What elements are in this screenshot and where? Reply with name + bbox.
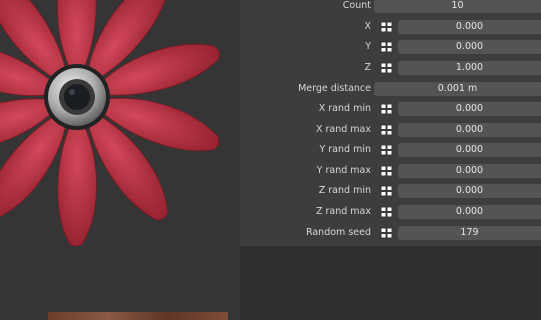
y-field[interactable]: 0.000 — [398, 40, 541, 54]
panel-empty-area — [240, 246, 541, 320]
property-label: Count — [342, 0, 371, 11]
texture-preview-strip — [48, 312, 228, 320]
property-row-y: Y 0.000 — [240, 38, 541, 55]
lock-toggle-icon[interactable] — [379, 205, 394, 219]
3d-viewport[interactable] — [0, 0, 240, 320]
property-label: Z rand max — [315, 206, 371, 217]
property-label: Merge distance — [298, 83, 371, 94]
property-row-x-rand-min: X rand min 0.000 — [240, 100, 541, 117]
property-label: Y rand min — [319, 144, 371, 155]
lock-toggle-icon[interactable] — [379, 164, 394, 178]
property-label: Y rand max — [316, 165, 371, 176]
property-row-y-rand-min: Y rand min 0.000 — [240, 141, 541, 158]
property-label: X — [364, 21, 371, 32]
lock-toggle-icon[interactable] — [379, 226, 394, 240]
x-rand-min-field[interactable]: 0.000 — [398, 102, 541, 116]
x-rand-max-field[interactable]: 0.000 — [398, 123, 541, 137]
lock-toggle-icon[interactable] — [379, 61, 394, 75]
property-row-z-rand-min: Z rand min 0.000 — [240, 182, 541, 199]
count-field[interactable]: 10 — [374, 0, 541, 13]
property-row-y-rand-max: Y rand max 0.000 — [240, 162, 541, 179]
petals — [0, 0, 220, 247]
merge-distance-field[interactable]: 0.001 m — [374, 82, 541, 96]
lock-toggle-icon[interactable] — [379, 102, 394, 116]
property-label: X rand min — [318, 103, 371, 114]
property-row-z-rand-max: Z rand max 0.000 — [240, 203, 541, 220]
x-field[interactable]: 0.000 — [398, 20, 541, 34]
property-row-z: Z 1.000 — [240, 59, 541, 76]
petal — [57, 122, 97, 247]
property-label: Z rand min — [318, 185, 371, 196]
property-label: X rand max — [315, 124, 371, 135]
lock-toggle-icon[interactable] — [379, 123, 394, 137]
property-row-x-rand-max: X rand max 0.000 — [240, 121, 541, 138]
property-label: Random seed — [305, 227, 371, 238]
property-row-random-seed: Random seed 179 — [240, 224, 541, 241]
z-rand-min-field[interactable]: 0.000 — [398, 184, 541, 198]
property-label: Y — [365, 41, 371, 52]
y-rand-min-field[interactable]: 0.000 — [398, 143, 541, 157]
property-row-x: X 0.000 — [240, 18, 541, 35]
property-row-merge-distance: Merge distance 0.001 m — [240, 80, 541, 97]
hub — [44, 64, 110, 130]
lock-toggle-icon[interactable] — [379, 143, 394, 157]
random-seed-field[interactable]: 179 — [398, 226, 541, 240]
z-rand-max-field[interactable]: 0.000 — [398, 205, 541, 219]
lock-toggle-icon[interactable] — [379, 20, 394, 34]
flower-render — [0, 0, 220, 247]
z-field[interactable]: 1.000 — [398, 61, 541, 75]
y-rand-max-field[interactable]: 0.000 — [398, 164, 541, 178]
property-label: Z — [364, 62, 371, 73]
lock-toggle-icon[interactable] — [379, 40, 394, 54]
property-row-count: Count 10 — [240, 0, 541, 14]
lock-toggle-icon[interactable] — [379, 184, 394, 198]
